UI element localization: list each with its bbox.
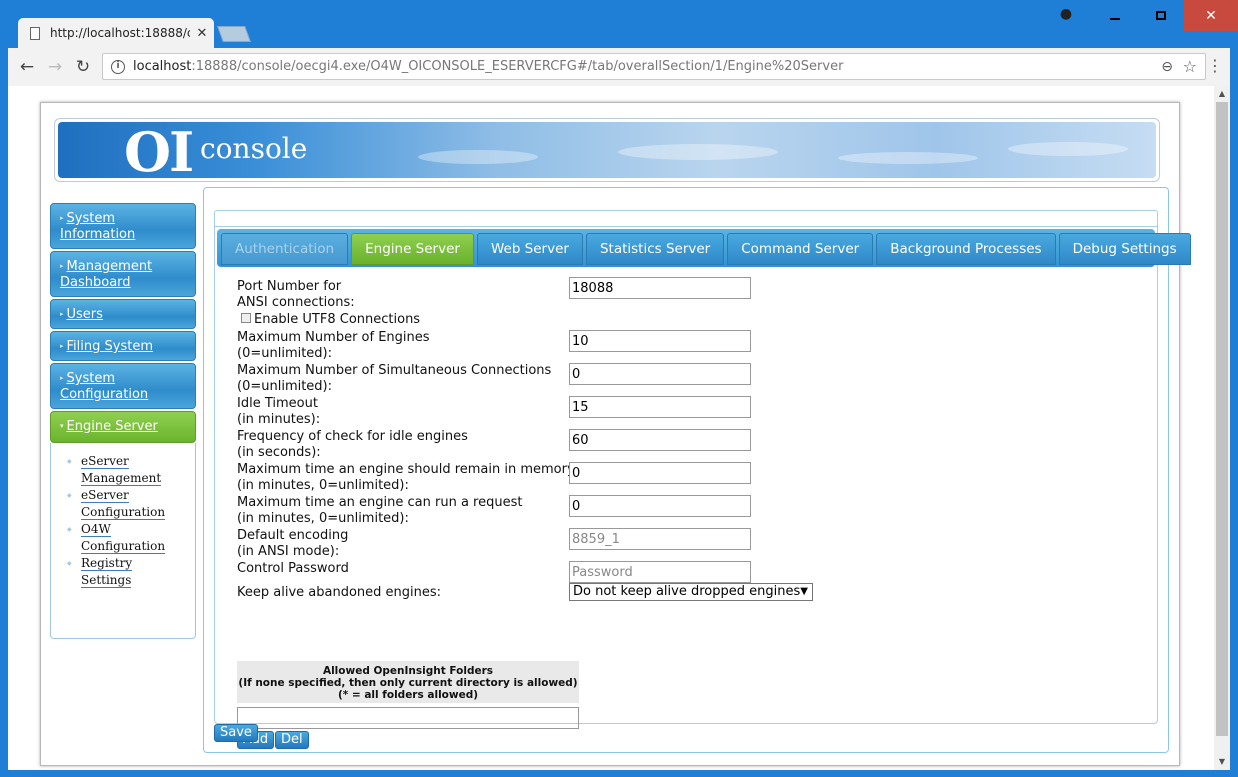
browser-tab-title: http://localhost:18888/co xyxy=(50,26,190,40)
sidebar-item-users[interactable]: ▸ Users xyxy=(50,299,196,329)
max-engines-input[interactable] xyxy=(569,330,751,352)
triangle-down-icon: ▾ xyxy=(60,422,64,430)
main-content: Authentication Engine Server Web Server … xyxy=(203,187,1191,753)
default-encoding-label: Default encoding (in ANSI mode): xyxy=(237,528,349,559)
port-label: Port Number for ANSI connections: xyxy=(237,279,355,310)
dropdown-arrow-icon: ▼ xyxy=(800,586,808,597)
tab-command-server[interactable]: Command Server xyxy=(727,233,874,265)
subnav-eserver-management[interactable]: eServerManagement xyxy=(67,453,195,487)
page-viewport: OI console ▸ System Information ▸ Managemen… xyxy=(8,86,1230,770)
url-path: :18888/console/oecgi4.exe/O4W_OICONSOLE_… xyxy=(191,59,844,74)
triangle-right-icon: ▸ xyxy=(60,310,64,318)
triangle-right-icon: ▸ xyxy=(60,342,64,350)
utf8-checkbox[interactable] xyxy=(241,313,251,323)
max-request-time-label: Maximum time an engine can run a request… xyxy=(237,495,523,526)
sidebar-item-system-configuration[interactable]: ▸ System Configuration xyxy=(50,363,196,409)
keep-alive-select[interactable]: Do not keep alive dropped engines ▼ xyxy=(569,583,813,601)
title-bar: http://localhost:18888/co ✕ ● ✕ xyxy=(0,0,1238,48)
tab-engine-server[interactable]: Engine Server xyxy=(351,233,474,265)
delete-folder-button[interactable]: Del xyxy=(275,731,309,749)
info-icon[interactable]: i xyxy=(111,59,125,74)
minimize-button[interactable] xyxy=(1092,0,1138,31)
max-memory-time-label: Maximum time an engine should remain in … xyxy=(237,462,575,493)
sidebar-item-filing-system[interactable]: ▸ Filing System xyxy=(50,331,196,361)
console-banner: OI console xyxy=(54,118,1160,182)
vertical-scrollbar[interactable]: ▲ ▼ xyxy=(1214,86,1230,770)
close-window-button[interactable]: ✕ xyxy=(1184,0,1238,31)
zoom-icon[interactable]: ⊖ xyxy=(1161,59,1173,75)
close-tab-icon[interactable]: ✕ xyxy=(190,26,214,41)
idle-timeout-label: Idle Timeout (in minutes): xyxy=(237,396,321,427)
tab-statistics-server[interactable]: Statistics Server xyxy=(585,233,725,265)
browser-tab[interactable]: http://localhost:18888/co ✕ xyxy=(18,18,214,48)
tab-web-server[interactable]: Web Server xyxy=(476,233,583,265)
account-icon[interactable]: ● xyxy=(1058,6,1074,22)
sidebar: ▸ System Information ▸ Management Dashboard … xyxy=(50,203,196,639)
default-encoding-input[interactable] xyxy=(569,528,751,550)
top-strip xyxy=(214,210,1158,226)
tab-container: Authentication Engine Server Web Server … xyxy=(214,226,1191,749)
bookmark-star-icon[interactable]: ☆ xyxy=(1183,57,1197,76)
allowed-folders-list[interactable] xyxy=(237,707,579,729)
tab-authentication[interactable]: Authentication xyxy=(221,233,349,265)
url-host: localhost xyxy=(133,59,192,74)
triangle-right-icon: ▸ xyxy=(60,214,64,222)
back-arrow-icon[interactable]: ← xyxy=(16,56,38,78)
tab-background-processes[interactable]: Background Processes xyxy=(876,233,1056,265)
control-password-input[interactable] xyxy=(569,561,751,583)
engine-server-subpanel: eServerManagement eServerConfiguration O… xyxy=(50,443,196,639)
max-simultaneous-label: Maximum Number of Simultaneous Connectio… xyxy=(237,363,552,394)
check-frequency-label: Frequency of check for idle engines (in s… xyxy=(237,429,468,460)
subnav-eserver-configuration[interactable]: eServerConfiguration xyxy=(67,487,195,521)
save-button[interactable]: Save xyxy=(214,724,258,742)
utf8-label: Enable UTF8 Connections xyxy=(254,312,421,327)
browser-menu-icon[interactable]: ⋮ xyxy=(1206,56,1224,75)
logo-oi: OI xyxy=(124,122,194,178)
control-password-label: Control Password xyxy=(237,561,349,576)
sidebar-item-engine-server[interactable]: ▾ Engine Server xyxy=(50,411,196,443)
reload-icon[interactable]: ↻ xyxy=(72,56,94,78)
new-tab-button[interactable] xyxy=(217,26,251,42)
idle-timeout-input[interactable] xyxy=(569,396,751,418)
address-bar: ← → ↻ i localhost:18888/console/oecgi4.e… xyxy=(8,48,1230,86)
sidebar-item-system-information[interactable]: ▸ System Information xyxy=(50,203,196,249)
subnav-o4w-configuration[interactable]: O4WConfiguration xyxy=(67,521,195,555)
max-engines-label: Maximum Number of Engines (0=unlimited): xyxy=(237,330,430,361)
tab-bar: Authentication Engine Server Web Server … xyxy=(217,229,1191,267)
check-frequency-input[interactable] xyxy=(569,429,751,451)
sidebar-item-management-dashboard[interactable]: ▸ Management Dashboard xyxy=(50,251,196,297)
port-input[interactable] xyxy=(569,277,751,299)
scroll-down-icon[interactable]: ▼ xyxy=(1214,754,1230,770)
maximize-button[interactable] xyxy=(1138,0,1184,31)
keep-alive-label: Keep alive abandoned engines: xyxy=(237,585,442,600)
max-request-time-input[interactable] xyxy=(569,495,751,517)
tab-debug-settings[interactable]: Debug Settings xyxy=(1058,233,1191,265)
max-simultaneous-input[interactable] xyxy=(569,363,751,385)
forward-arrow-icon[interactable]: → xyxy=(44,56,66,78)
logo-console: console xyxy=(200,132,308,165)
subnav-registry-settings[interactable]: RegistrySettings xyxy=(67,555,195,589)
triangle-right-icon: ▸ xyxy=(60,374,64,382)
allowed-folders-header: Allowed OpenInsight Folders (If none spe… xyxy=(237,661,579,703)
url-field[interactable]: i localhost:18888/console/oecgi4.exe/O4W… xyxy=(102,53,1206,80)
triangle-right-icon: ▸ xyxy=(60,262,64,270)
console-frame: OI console ▸ System Information ▸ Managemen… xyxy=(40,102,1191,766)
scroll-up-icon[interactable]: ▲ xyxy=(1214,86,1230,102)
max-memory-time-input[interactable] xyxy=(569,462,751,484)
scroll-thumb[interactable] xyxy=(1216,102,1228,736)
page-icon xyxy=(30,26,40,40)
